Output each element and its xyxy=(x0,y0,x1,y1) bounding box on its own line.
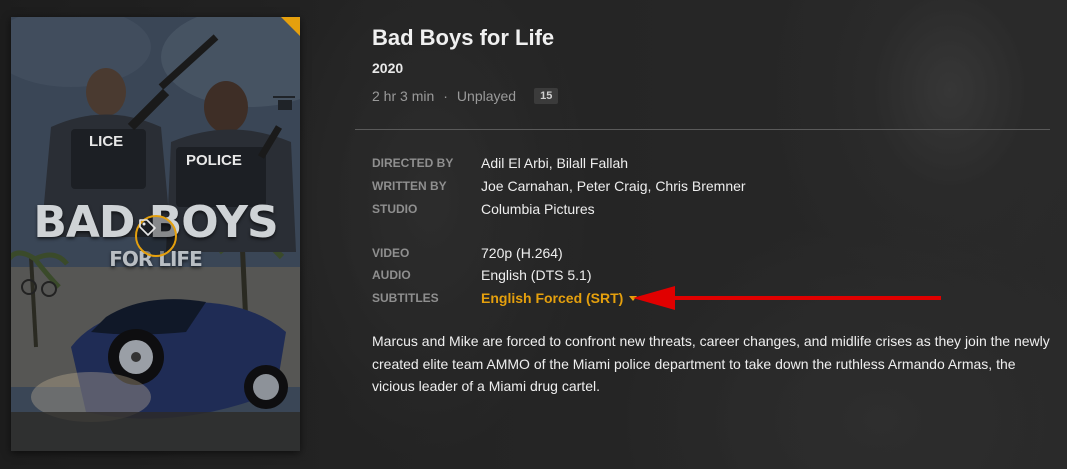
play-status: Unplayed xyxy=(456,88,517,104)
director-links[interactable]: Adil El Arbi, Bilall Fallah xyxy=(481,155,628,171)
audio-value: English (DTS 5.1) xyxy=(481,267,592,283)
media-row-subtitles: Subtitles English Forced (SRT) xyxy=(372,290,638,306)
divider xyxy=(355,129,1050,130)
annotation-arrow-head xyxy=(633,286,675,310)
tag-icon[interactable] xyxy=(135,215,177,257)
movie-poster[interactable]: LICE POLICE BAD BOYS FOR LIFE xyxy=(11,17,300,451)
meta-separator: · xyxy=(443,88,448,104)
media-row-audio: Audio English (DTS 5.1) xyxy=(372,267,591,283)
credit-label: Directed by xyxy=(372,156,454,170)
credit-row-directed-by: Directed by Adil El Arbi, Bilall Fallah xyxy=(372,155,628,171)
credit-row-written-by: Written by Joe Carnahan, Peter Craig, Ch… xyxy=(372,178,746,194)
credit-row-studio: Studio Columbia Pictures xyxy=(372,201,595,217)
studio-link[interactable]: Columbia Pictures xyxy=(481,201,595,217)
subtitles-value: English Forced (SRT) xyxy=(481,290,624,306)
unwatched-corner-marker xyxy=(281,17,300,36)
tag-glyph xyxy=(139,219,156,236)
duration: 2 hr 3 min xyxy=(372,88,435,104)
movie-summary: Marcus and Mike are forced to confront n… xyxy=(372,333,1050,394)
credit-label: Studio xyxy=(372,202,418,216)
writer-links[interactable]: Joe Carnahan, Peter Craig, Chris Bremner xyxy=(481,178,746,194)
video-value: 720p (H.264) xyxy=(481,245,563,261)
credit-label: Written by xyxy=(372,179,447,193)
content-rating-badge: 15 xyxy=(534,88,559,104)
media-label: Subtitles xyxy=(372,291,439,305)
media-label: Video xyxy=(372,246,410,260)
movie-meta: 2 hr 3 min · Unplayed 15 xyxy=(372,88,559,104)
movie-year[interactable]: 2020 xyxy=(372,60,403,76)
subtitles-dropdown[interactable]: English Forced (SRT) xyxy=(481,290,638,306)
annotation-arrow xyxy=(633,286,941,310)
media-label: Audio xyxy=(372,268,411,282)
media-row-video: Video 720p (H.264) xyxy=(372,245,563,261)
poster-vest-text: POLICE xyxy=(186,152,242,169)
poster-vest-text: LICE xyxy=(89,133,124,150)
movie-title: Bad Boys for Life xyxy=(372,25,555,50)
